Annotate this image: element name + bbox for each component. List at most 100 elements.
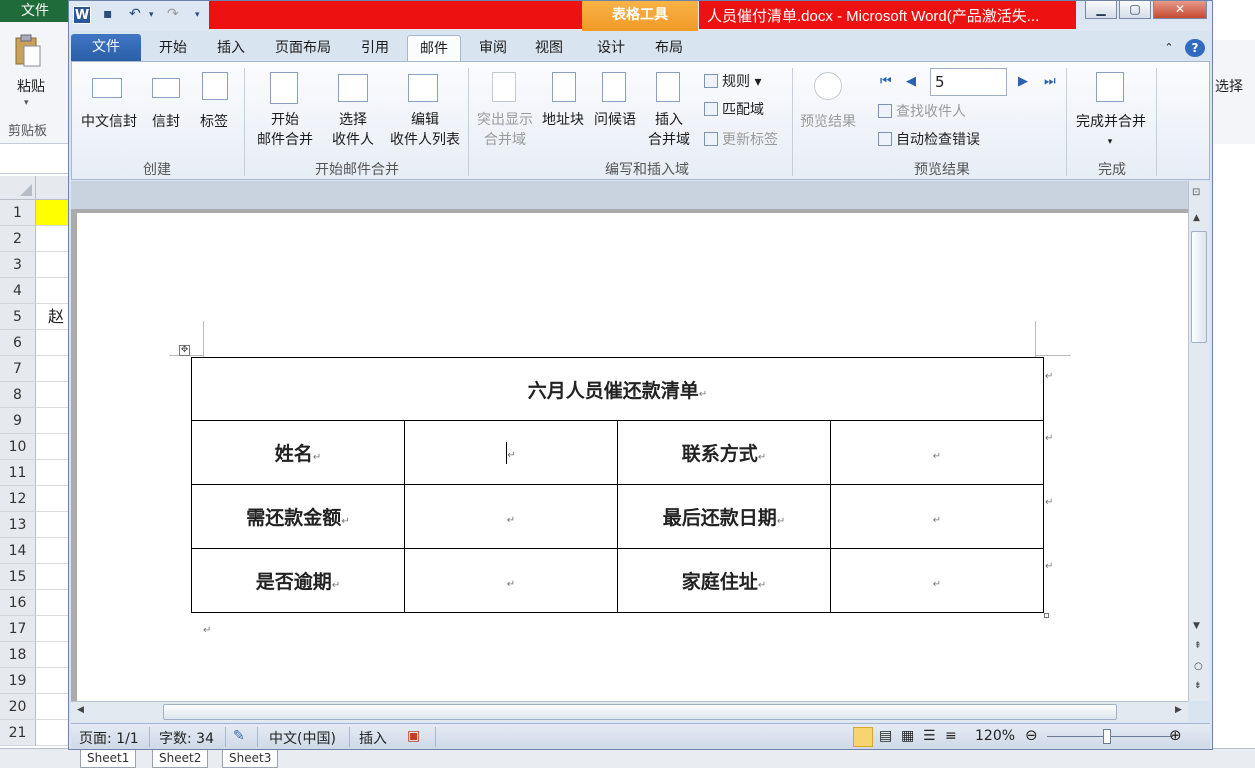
chinese-envelope-button[interactable]: 中文信封 <box>76 112 142 132</box>
last-record-icon[interactable]: ⏭ <box>1044 74 1056 89</box>
redo-icon[interactable]: ↷ <box>167 6 179 22</box>
row-header[interactable]: 1 <box>0 200 36 226</box>
ruler-toggle-icon[interactable]: ⊡ <box>1192 187 1200 198</box>
select-browse-object-icon[interactable]: ○ <box>1194 661 1203 672</box>
cell-a[interactable] <box>36 226 70 252</box>
row-header[interactable]: 11 <box>0 460 36 486</box>
print-layout-view-icon[interactable] <box>853 727 873 747</box>
scroll-right-icon[interactable]: ▶ <box>1175 705 1182 715</box>
table-cell-contact-value[interactable]: ↵ <box>830 420 1044 485</box>
row-header[interactable]: 19 <box>0 668 36 694</box>
row-header[interactable]: 4 <box>0 278 36 304</box>
edit-recipient-list-button[interactable]: 编辑 收件人列表 <box>384 110 466 150</box>
cell-a[interactable] <box>36 460 70 486</box>
horizontal-scroll-thumb[interactable] <box>163 704 1117 720</box>
chevron-down-icon[interactable]: ▾ <box>1102 132 1118 152</box>
row-header[interactable]: 6 <box>0 330 36 356</box>
highlight-merge-fields-button[interactable]: 突出显示 合并域 <box>472 110 538 150</box>
row-header[interactable]: 21 <box>0 720 36 746</box>
insert-mode[interactable]: 插入 <box>359 728 387 748</box>
table-cell[interactable]: 是否逾期↵ <box>191 548 405 613</box>
cell-a[interactable] <box>36 512 70 538</box>
next-page-icon[interactable]: ⇟ <box>1194 681 1202 691</box>
vertical-scroll-thumb[interactable] <box>1191 231 1207 343</box>
row-header[interactable]: 3 <box>0 252 36 278</box>
table-cell-overdue-value[interactable]: ↵ <box>404 548 618 613</box>
outline-view-icon[interactable]: ☰ <box>923 728 936 744</box>
rules-button[interactable]: 规则 ▾ <box>704 72 761 92</box>
next-record-icon[interactable]: ▶ <box>1018 74 1028 89</box>
word-count[interactable]: 字数: 34 <box>159 728 214 748</box>
finish-merge-button[interactable]: 完成并合并 <box>1068 112 1154 132</box>
table-cell-name-value[interactable]: ↵ <box>404 420 618 485</box>
sheet-tab-2[interactable]: Sheet2 <box>152 750 209 768</box>
update-labels-button[interactable]: 更新标签 <box>704 130 778 150</box>
cell-a[interactable] <box>36 668 70 694</box>
row-header[interactable]: 18 <box>0 642 36 668</box>
table-title-cell[interactable]: 六月人员催还款清单↵ <box>191 357 1044 421</box>
zoom-out-icon[interactable]: ⊖ <box>1025 726 1038 744</box>
cell-a[interactable] <box>36 200 70 226</box>
table-cell[interactable]: 最后还款日期↵ <box>617 484 831 549</box>
cell-a[interactable] <box>36 486 70 512</box>
close-button[interactable]: ✕ <box>1153 1 1207 19</box>
tab-layout[interactable]: 布局 <box>649 35 689 61</box>
previous-page-icon[interactable]: ⇞ <box>1194 641 1202 651</box>
table-cell-address-value[interactable]: ↵ <box>830 548 1044 613</box>
previous-record-icon[interactable]: ◀ <box>906 74 916 89</box>
row-header[interactable]: 2 <box>0 226 36 252</box>
tab-review[interactable]: 审阅 <box>473 35 513 61</box>
auto-check-errors-button[interactable]: 自动检查错误 <box>878 130 980 150</box>
minimize-ribbon-icon[interactable]: ⌃ <box>1161 35 1177 61</box>
match-fields-button[interactable]: 匹配域 <box>704 100 764 120</box>
excel-formula-bar[interactable] <box>0 144 70 174</box>
table-move-handle-icon[interactable]: ✥ <box>179 345 190 356</box>
table-resize-handle[interactable] <box>1044 613 1049 618</box>
scroll-down-icon[interactable]: ▼ <box>1193 621 1200 631</box>
tab-mailings[interactable]: 邮件 <box>407 35 461 61</box>
tab-page-layout[interactable]: 页面布局 <box>269 35 337 61</box>
insert-merge-field-button[interactable]: 插入 合并域 <box>640 110 698 150</box>
row-header[interactable]: 16 <box>0 590 36 616</box>
row-header[interactable]: 13 <box>0 512 36 538</box>
cell-a[interactable] <box>36 434 70 460</box>
table-cell-date-value[interactable]: ↵ <box>830 484 1044 549</box>
macro-record-icon[interactable]: ▣ <box>407 728 420 744</box>
customize-toolbar-icon[interactable]: ▾ <box>195 10 200 20</box>
row-header[interactable]: 12 <box>0 486 36 512</box>
preview-results-button[interactable]: 预览结果 <box>796 112 860 132</box>
chevron-down-icon[interactable]: ▾ <box>149 10 154 20</box>
tab-file[interactable]: 文件 <box>71 34 141 61</box>
select-all-corner[interactable] <box>0 176 36 200</box>
column-header-a[interactable] <box>36 176 70 200</box>
row-header[interactable]: 20 <box>0 694 36 720</box>
paste-icon[interactable] <box>14 34 42 68</box>
save-icon[interactable]: ▪ <box>103 6 113 22</box>
tab-home[interactable]: 开始 <box>153 35 193 61</box>
tab-view[interactable]: 视图 <box>529 35 569 61</box>
tab-references[interactable]: 引用 <box>355 35 395 61</box>
select-recipients-button[interactable]: 选择 收件人 <box>320 110 386 150</box>
table-cell[interactable]: 家庭住址↵ <box>617 548 831 613</box>
address-block-button[interactable]: 地址块 <box>538 110 588 130</box>
cell-a[interactable] <box>36 408 70 434</box>
cell-a[interactable] <box>36 642 70 668</box>
sheet-tab-1[interactable]: Sheet1 <box>80 750 137 768</box>
row-header[interactable]: 9 <box>0 408 36 434</box>
first-record-icon[interactable]: ⏮ <box>880 74 892 89</box>
cell-a[interactable] <box>36 252 70 278</box>
tab-insert[interactable]: 插入 <box>211 35 251 61</box>
cell-a[interactable] <box>36 278 70 304</box>
row-header[interactable]: 10 <box>0 434 36 460</box>
row-header[interactable]: 14 <box>0 538 36 564</box>
horizontal-scrollbar[interactable]: ◀ ▶ <box>71 701 1188 722</box>
scroll-up-icon[interactable]: ▲ <box>1193 213 1200 223</box>
table-cell-amount-value[interactable]: ↵ <box>404 484 618 549</box>
cell-a[interactable] <box>36 330 70 356</box>
row-header[interactable]: 15 <box>0 564 36 590</box>
row-header[interactable]: 5 <box>0 304 36 330</box>
table-cell[interactable]: 姓名↵ <box>191 420 405 485</box>
scroll-left-icon[interactable]: ◀ <box>77 705 84 715</box>
row-header[interactable]: 8 <box>0 382 36 408</box>
web-layout-icon[interactable]: ▦ <box>901 728 914 744</box>
